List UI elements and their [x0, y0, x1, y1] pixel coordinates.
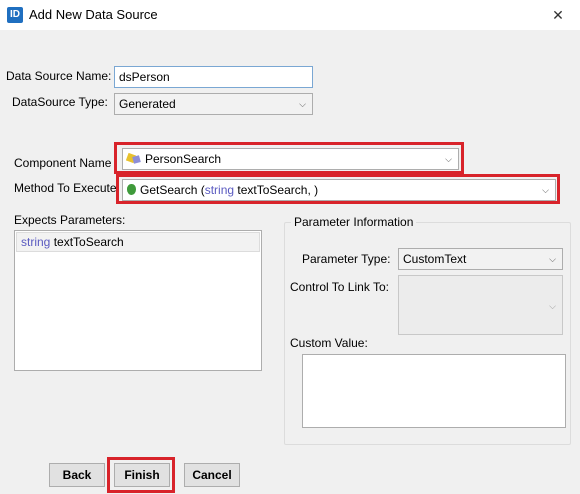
datasource-name-input[interactable]: dsPerson [114, 66, 313, 88]
parameter-type-value: CustomText [403, 252, 467, 266]
parameter-name: textToSearch [53, 235, 124, 249]
list-item[interactable]: string textToSearch [16, 232, 260, 252]
component-name-label: Component Name [14, 156, 112, 170]
method-label: Method To Execute [14, 181, 117, 195]
window-title: Add New Data Source [29, 7, 158, 22]
control-link-label: Control To Link To: [290, 280, 389, 294]
component-highlight [114, 142, 464, 174]
app-icon: ID [7, 7, 23, 23]
dialog-body: Data Source Name: dsPerson DataSource Ty… [0, 30, 580, 494]
control-link-select[interactable]: ⌵ [398, 275, 563, 335]
method-highlight [116, 174, 560, 204]
parameter-type: string [21, 235, 51, 249]
custom-value-input[interactable] [302, 354, 566, 428]
parameter-type-select[interactable]: CustomText ⌵ [398, 248, 563, 270]
finish-highlight [107, 457, 175, 493]
chevron-down-icon: ⌵ [549, 301, 556, 311]
parameter-info-title: Parameter Information [291, 215, 417, 229]
title-bar: ID Add New Data Source ✕ [0, 0, 580, 30]
chevron-down-icon: ⌵ [549, 254, 556, 264]
close-button[interactable]: ✕ [548, 5, 568, 25]
datasource-type-value: Generated [119, 97, 176, 111]
cancel-button[interactable]: Cancel [184, 463, 240, 487]
chevron-down-icon: ⌵ [299, 99, 306, 109]
custom-value-label: Custom Value: [290, 336, 368, 350]
expects-parameters-label: Expects Parameters: [14, 213, 126, 227]
parameters-list[interactable]: string textToSearch [14, 230, 262, 371]
datasource-type-label: DataSource Type: [12, 95, 108, 109]
parameter-type-label: Parameter Type: [302, 252, 391, 266]
datasource-type-select[interactable]: Generated ⌵ [114, 93, 313, 115]
datasource-name-label: Data Source Name: [6, 69, 112, 83]
back-button[interactable]: Back [49, 463, 105, 487]
